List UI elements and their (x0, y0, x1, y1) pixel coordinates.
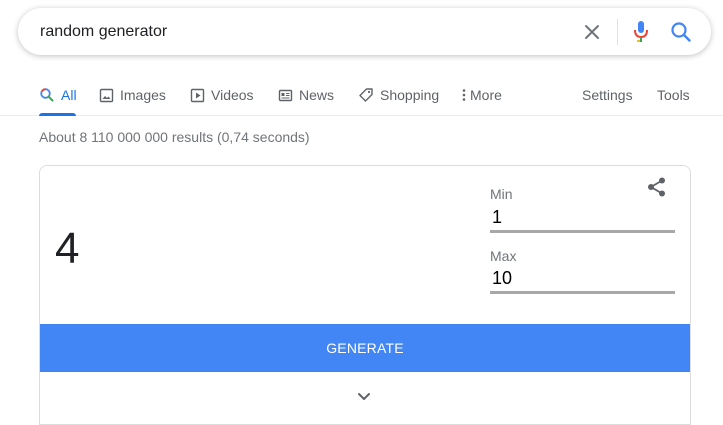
search-icon (671, 22, 691, 42)
expand-button[interactable] (352, 388, 376, 406)
clear-search-button[interactable] (580, 20, 604, 44)
share-icon (648, 177, 665, 197)
tab-videos[interactable]: Videos (190, 84, 254, 106)
tab-more[interactable]: More (461, 84, 502, 106)
microphone-icon (634, 21, 648, 42)
min-input[interactable] (490, 204, 675, 233)
max-label: Max (490, 248, 517, 264)
image-icon (99, 88, 114, 102)
chevron-down-icon (358, 393, 370, 400)
play-icon (190, 88, 205, 102)
tab-news[interactable]: News (278, 84, 334, 106)
settings-label: Settings (582, 87, 633, 103)
settings-link[interactable]: Settings (582, 84, 633, 106)
result-stats: About 8 110 000 000 results (0,74 second… (39, 129, 310, 145)
search-icon (40, 88, 54, 102)
generated-number: 4 (55, 224, 80, 273)
search-bar (18, 8, 711, 55)
tab-shopping[interactable]: Shopping (358, 84, 439, 106)
tools-link[interactable]: Tools (657, 84, 690, 106)
tab-label: Images (120, 87, 166, 103)
tab-label: All (61, 87, 77, 103)
search-tabs: All Images Videos News Shopping More Set… (0, 76, 723, 116)
search-bar-divider (617, 19, 618, 45)
search-button[interactable] (669, 20, 693, 44)
random-number-generator-card: 4 Min Max GENERATE (39, 165, 691, 425)
generate-button[interactable]: GENERATE (40, 324, 690, 372)
active-tab-indicator (39, 113, 76, 116)
tab-label: More (470, 87, 502, 103)
min-label: Min (490, 186, 513, 202)
tag-icon (359, 88, 373, 102)
tab-all[interactable]: All (39, 84, 77, 106)
share-button[interactable] (646, 176, 668, 198)
tab-images[interactable]: Images (99, 84, 166, 106)
search-input[interactable] (40, 8, 560, 55)
close-icon (585, 25, 599, 39)
tab-label: Videos (211, 87, 254, 103)
more-vert-icon (462, 89, 466, 101)
news-icon (278, 89, 293, 101)
tab-label: News (299, 87, 335, 103)
tab-label: Shopping (380, 87, 440, 103)
voice-search-button[interactable] (629, 19, 653, 45)
tools-label: Tools (657, 87, 690, 103)
max-input[interactable] (490, 265, 675, 294)
